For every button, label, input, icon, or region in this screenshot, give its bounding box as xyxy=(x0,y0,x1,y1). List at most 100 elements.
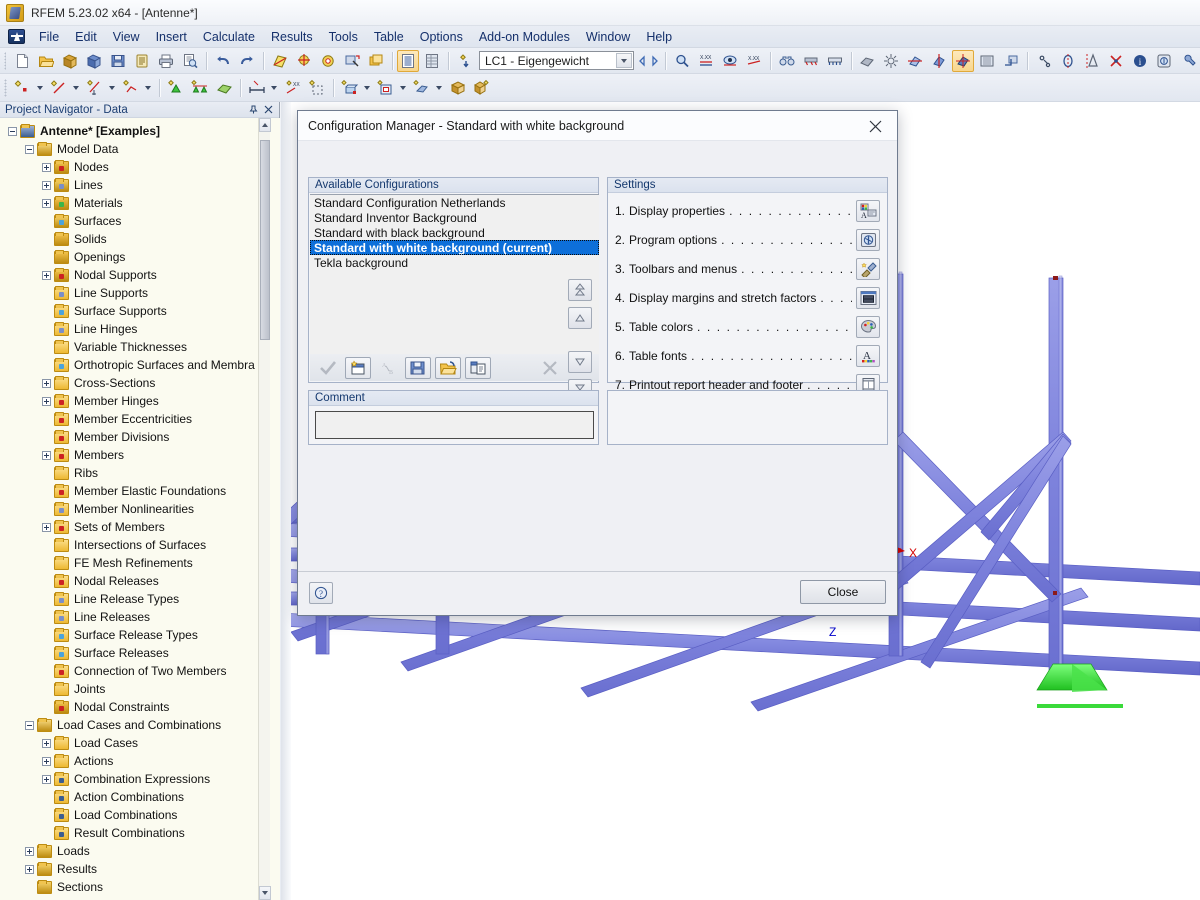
close-icon[interactable] xyxy=(262,103,275,116)
collapse-icon[interactable] xyxy=(25,720,34,730)
node-snap-icon[interactable] xyxy=(293,50,315,72)
layer-icon[interactable] xyxy=(365,50,387,72)
table-colors-icon[interactable] xyxy=(856,315,880,338)
tree-item[interactable]: Member Hinges xyxy=(4,392,280,410)
tree-item[interactable]: Results xyxy=(4,860,280,878)
binoculars-icon[interactable] xyxy=(776,50,798,72)
collapse-icon[interactable] xyxy=(8,126,17,136)
table-show-icon[interactable] xyxy=(397,49,420,72)
fe-mesh-icon[interactable] xyxy=(880,50,902,72)
configuration-list-item[interactable]: Standard Configuration Netherlands xyxy=(310,195,599,210)
help-icon[interactable]: ? xyxy=(309,582,333,604)
tree-item[interactable]: Members xyxy=(4,446,280,464)
tree-item[interactable]: Intersections of Surfaces xyxy=(4,536,280,554)
tree-item[interactable]: Line Hinges xyxy=(4,320,280,338)
tree-item[interactable]: Antenne* [Examples] xyxy=(4,122,280,140)
xx-value-icon[interactable]: X.XX xyxy=(695,50,717,72)
chevron-down-icon[interactable] xyxy=(107,77,117,99)
tree-item[interactable]: Line Supports xyxy=(4,284,280,302)
expand-icon[interactable] xyxy=(42,738,51,748)
menu-calculate[interactable]: Calculate xyxy=(195,28,263,46)
tree-item[interactable]: Member Elastic Foundations xyxy=(4,482,280,500)
pin-icon[interactable] xyxy=(247,103,260,116)
new-solid-icon[interactable] xyxy=(339,77,361,99)
undo-icon[interactable] xyxy=(212,50,234,72)
tree-item[interactable]: Member Eccentricities xyxy=(4,410,280,428)
supports-all-icon[interactable] xyxy=(824,50,846,72)
tree-item[interactable]: Actions xyxy=(4,752,280,770)
tree-item[interactable]: Load Cases and Combinations xyxy=(4,716,280,734)
move-up-button[interactable] xyxy=(568,307,592,329)
new-surface-icon[interactable] xyxy=(213,77,235,99)
scroll-up-button[interactable] xyxy=(259,118,271,132)
display-properties-icon[interactable]: A xyxy=(856,199,880,222)
expand-icon[interactable] xyxy=(42,378,51,388)
tree-item[interactable]: Model Data xyxy=(4,140,280,158)
configuration-list-item[interactable]: Tekla background xyxy=(310,255,599,270)
settings-row[interactable]: 3. Toolbars and menus. . . . . . . . . . … xyxy=(609,254,886,283)
tree-item[interactable]: Openings xyxy=(4,248,280,266)
expand-icon[interactable] xyxy=(25,864,34,874)
chevron-down-icon[interactable] xyxy=(398,77,408,99)
tree-item[interactable]: Nodes xyxy=(4,158,280,176)
tree-item[interactable]: Nodal Constraints xyxy=(4,698,280,716)
configuration-list-item[interactable]: Standard with black background xyxy=(310,225,599,240)
toolbar-grip[interactable] xyxy=(4,51,7,70)
info-icon[interactable]: i xyxy=(1129,50,1151,72)
print-preview-icon[interactable] xyxy=(179,50,201,72)
toolbars-menus-icon[interactable] xyxy=(856,257,880,280)
available-configurations-list[interactable]: Standard Configuration Netherlands Standa… xyxy=(310,194,599,367)
expand-icon[interactable] xyxy=(42,162,51,172)
new-opening-icon[interactable] xyxy=(375,77,397,99)
settings-row[interactable]: 5. Table colors. . . . . . . . . . . . . … xyxy=(609,312,886,341)
settings-row[interactable]: 2. Program options. . . . . . . . . . . .… xyxy=(609,225,886,254)
chevron-down-icon[interactable] xyxy=(615,53,632,68)
expand-icon[interactable] xyxy=(42,396,51,406)
new-configuration-button[interactable] xyxy=(345,356,371,379)
delete-configuration-button[interactable] xyxy=(537,357,563,379)
new-file-icon[interactable] xyxy=(11,50,33,72)
close-icon[interactable] xyxy=(853,111,897,141)
new-nodal-support-icon[interactable] xyxy=(165,77,187,99)
table-fonts-icon[interactable]: A xyxy=(856,344,880,367)
tree-item[interactable]: Result Combinations xyxy=(4,824,280,842)
new-member-xx-icon[interactable]: XX xyxy=(282,77,304,99)
settings-row[interactable]: 6. Table fonts. . . . . . . . . . . . . .… xyxy=(609,341,886,370)
move-to-top-button[interactable] xyxy=(568,279,592,301)
menu-edit[interactable]: Edit xyxy=(67,28,105,46)
menu-help[interactable]: Help xyxy=(638,28,680,46)
open-file-icon[interactable] xyxy=(35,50,57,72)
chevron-down-icon[interactable] xyxy=(35,77,45,99)
tree-item[interactable]: Sets of Members xyxy=(4,518,280,536)
tree-item[interactable]: Load Combinations xyxy=(4,806,280,824)
print-icon[interactable] xyxy=(155,50,177,72)
tree-item[interactable]: Surface Supports xyxy=(4,302,280,320)
tree-item[interactable]: Loads xyxy=(4,842,280,860)
program-options-icon[interactable] xyxy=(856,228,880,251)
save-configuration-button[interactable] xyxy=(405,356,431,379)
tree-item[interactable]: Surface Releases xyxy=(4,644,280,662)
tree-item[interactable]: Nodal Releases xyxy=(4,572,280,590)
menu-options[interactable]: Options xyxy=(412,28,471,46)
new-line-divide-icon[interactable] xyxy=(84,77,106,99)
configuration-list-item[interactable]: Standard Inventor Background xyxy=(310,210,599,225)
symmetry-icon[interactable] xyxy=(1081,50,1103,72)
expand-icon[interactable] xyxy=(42,756,51,766)
toolbar-grip[interactable] xyxy=(4,78,7,97)
expand-icon[interactable] xyxy=(42,774,51,784)
table-edit-icon[interactable] xyxy=(421,50,443,72)
tree-item[interactable]: Ribs xyxy=(4,464,280,482)
tree-item[interactable]: Combination Expressions xyxy=(4,770,280,788)
save-icon[interactable] xyxy=(107,50,129,72)
expand-icon[interactable] xyxy=(42,270,51,280)
copy-configuration-button[interactable] xyxy=(465,356,491,379)
tree-item[interactable]: Orthotropic Surfaces and Membra xyxy=(4,356,280,374)
section-icon[interactable] xyxy=(1000,50,1022,72)
chevron-down-icon[interactable] xyxy=(71,77,81,99)
close-button[interactable]: Close xyxy=(800,580,886,604)
view-result-icon[interactable] xyxy=(719,50,741,72)
xx-result-icon[interactable]: X.XX xyxy=(743,50,765,72)
set-current-button[interactable] xyxy=(315,357,341,379)
menu-insert[interactable]: Insert xyxy=(148,28,195,46)
next-load-case-button[interactable] xyxy=(648,51,661,71)
